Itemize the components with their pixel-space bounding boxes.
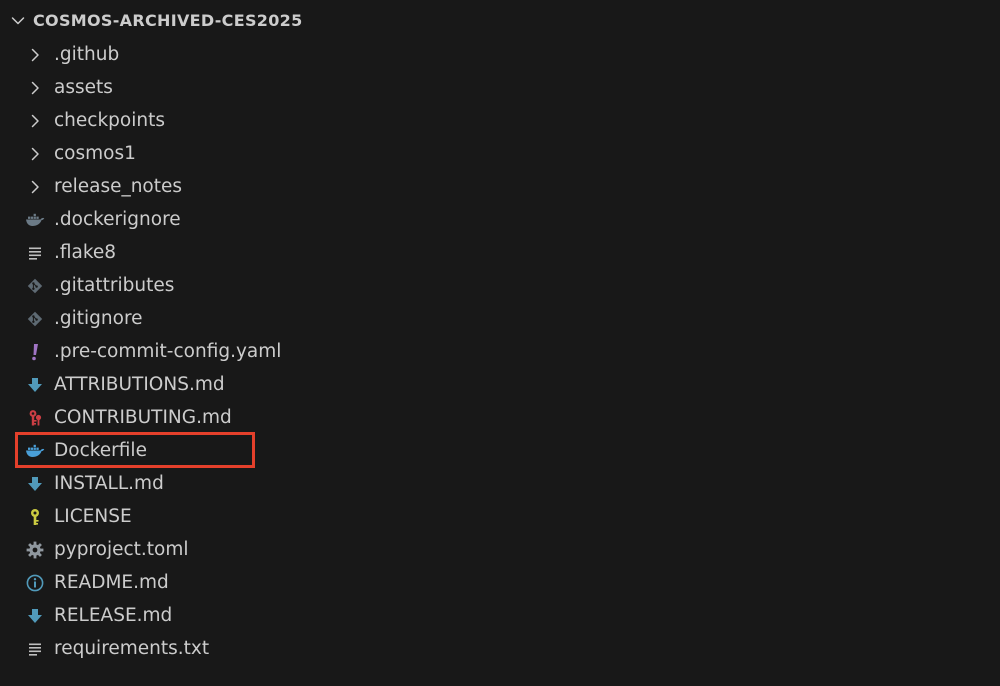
file-label: .gitattributes [54,275,175,296]
info-icon [25,573,45,593]
folder-assets[interactable]: assets [0,71,1000,104]
gear-icon [25,540,45,560]
yaml-exclamation-icon [25,342,45,362]
file-gitignore[interactable]: .gitignore [0,302,1000,335]
file-pre-commit-config[interactable]: .pre-commit-config.yaml [0,335,1000,368]
chevron-right-icon [25,177,45,197]
file-readme-md[interactable]: README.md [0,566,1000,599]
folder-release-notes[interactable]: release_notes [0,170,1000,203]
file-flake8[interactable]: .flake8 [0,236,1000,269]
docker-icon [25,441,45,461]
explorer-root-header[interactable]: COSMOS-ARCHIVED-CES2025 [0,4,303,37]
file-pyproject-toml[interactable]: pyproject.toml [0,533,1000,566]
lines-icon [25,243,45,263]
markdown-arrow-icon [25,606,45,626]
folder-label: .github [54,44,120,65]
folder-github[interactable]: .github [0,38,1000,71]
file-label: .gitignore [54,308,143,329]
folder-label: assets [54,77,113,98]
file-label: Dockerfile [54,440,147,461]
chevron-right-icon [25,111,45,131]
git-icon [25,309,45,329]
folder-label: cosmos1 [54,143,136,164]
markdown-arrow-icon [25,474,45,494]
file-license[interactable]: LICENSE [0,500,1000,533]
folder-checkpoints[interactable]: checkpoints [0,104,1000,137]
file-label: RELEASE.md [54,605,173,626]
file-label: CONTRIBUTING.md [54,407,232,428]
file-dockerfile[interactable]: Dockerfile [0,434,1000,467]
git-icon [25,276,45,296]
file-label: INSTALL.md [54,473,164,494]
file-label: LICENSE [54,506,132,527]
file-label: pyproject.toml [54,539,189,560]
file-label: .dockerignore [54,209,181,230]
explorer-panel: COSMOS-ARCHIVED-CES2025 .github assets c… [0,0,1000,686]
chevron-right-icon [25,144,45,164]
file-dockerignore[interactable]: .dockerignore [0,203,1000,236]
file-tree: .github assets checkpoints cosmos1 relea… [0,38,1000,665]
file-attributions-md[interactable]: ATTRIBUTIONS.md [0,368,1000,401]
file-gitattributes[interactable]: .gitattributes [0,269,1000,302]
file-requirements-txt[interactable]: requirements.txt [0,632,1000,665]
folder-label: release_notes [54,176,183,197]
file-label: .pre-commit-config.yaml [54,341,282,362]
file-release-md[interactable]: RELEASE.md [0,599,1000,632]
explorer-root-title: COSMOS-ARCHIVED-CES2025 [33,11,303,30]
file-contributing-md[interactable]: CONTRIBUTING.md [0,401,1000,434]
file-label: .flake8 [54,242,117,263]
chevron-right-icon [25,45,45,65]
file-label: ATTRIBUTIONS.md [54,374,225,395]
chevron-right-icon [25,78,45,98]
lines-icon [25,639,45,659]
contributing-icon [25,408,45,428]
file-label: requirements.txt [54,638,210,659]
markdown-arrow-icon [25,375,45,395]
folder-label: checkpoints [54,110,165,131]
license-icon [25,507,45,527]
folder-cosmos1[interactable]: cosmos1 [0,137,1000,170]
file-install-md[interactable]: INSTALL.md [0,467,1000,500]
chevron-down-icon [9,12,27,30]
docker-icon [25,210,45,230]
file-label: README.md [54,572,169,593]
